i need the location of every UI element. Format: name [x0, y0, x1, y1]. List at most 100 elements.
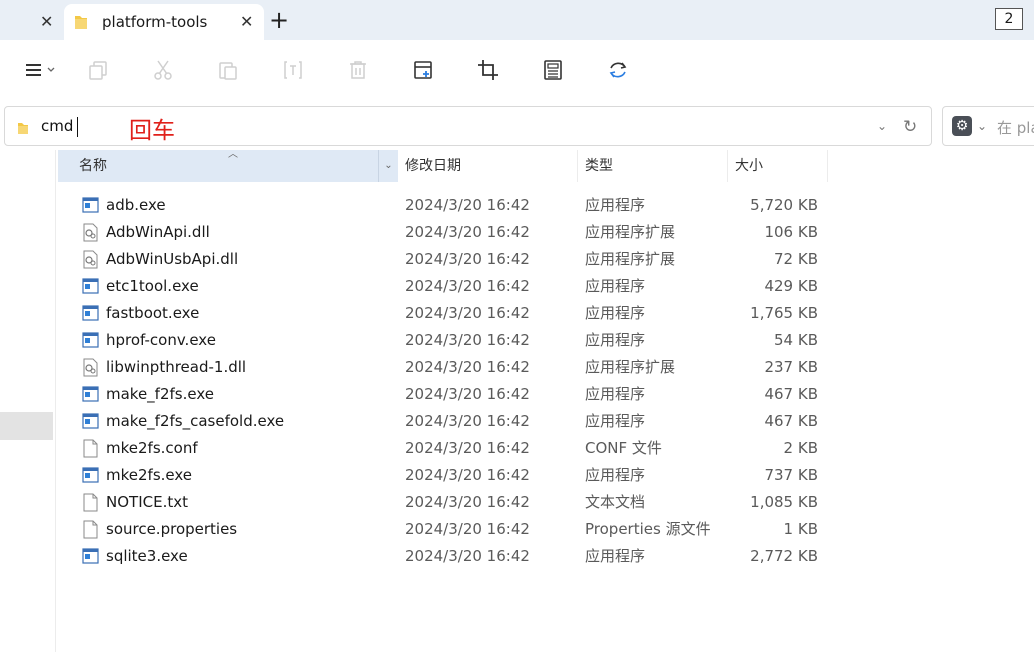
file-size: 1,765 KB: [750, 304, 818, 322]
file-name: NOTICE.txt: [106, 493, 188, 511]
refresh-sync-icon[interactable]: [605, 57, 631, 83]
tab-title: platform-tools: [102, 13, 208, 31]
calculator-icon[interactable]: [540, 57, 566, 83]
file-size: 54 KB: [774, 331, 818, 349]
file-row[interactable]: AdbWinApi.dll 2024/3/20 16:42 应用程序扩展 106 KB: [58, 219, 838, 246]
close-icon[interactable]: ✕: [240, 12, 253, 31]
document-file-icon: [82, 439, 99, 458]
file-row[interactable]: adb.exe 2024/3/20 16:42 应用程序 5,720 KB: [58, 192, 838, 219]
file-date: 2024/3/20 16:42: [405, 277, 530, 295]
dll-file-icon: [82, 358, 99, 377]
file-type: 应用程序: [585, 331, 646, 349]
file-row[interactable]: NOTICE.txt 2024/3/20 16:42 文本文档 1,085 KB: [58, 489, 838, 516]
file-date: 2024/3/20 16:42: [405, 412, 530, 430]
file-date: 2024/3/20 16:42: [405, 250, 530, 268]
file-date: 2024/3/20 16:42: [405, 493, 530, 511]
column-header-name[interactable]: 名称 ︿ ⌄: [58, 149, 398, 182]
copy-icon[interactable]: [85, 57, 111, 83]
file-type: 应用程序: [585, 547, 646, 565]
file-size: 467 KB: [764, 412, 818, 430]
column-dropdown-icon[interactable]: ⌄: [378, 150, 398, 182]
file-name: source.properties: [106, 520, 238, 538]
file-date: 2024/3/20 16:42: [405, 466, 530, 484]
document-file-icon: [82, 520, 99, 539]
enter-annotation: 回车: [129, 118, 175, 144]
file-row[interactable]: make_f2fs.exe 2024/3/20 16:42 应用程序 467 KB: [58, 381, 838, 408]
search-input[interactable]: 在 pla: [997, 117, 1034, 138]
file-name: hprof-conv.exe: [106, 331, 216, 349]
exe-file-icon: [82, 466, 99, 485]
new-window-icon[interactable]: [410, 57, 436, 83]
address-bar[interactable]: cmd 回车 ⌄ ↻: [4, 106, 932, 146]
file-type: Properties 源文件: [585, 520, 711, 538]
tab-platform-tools[interactable]: platform-tools ✕: [64, 4, 264, 40]
gear-icon[interactable]: ⚙: [952, 116, 972, 136]
column-header-type[interactable]: 类型: [578, 150, 728, 182]
file-type: 应用程序: [585, 277, 646, 295]
file-type: 应用程序: [585, 466, 646, 484]
paste-icon[interactable]: [215, 57, 241, 83]
document-file-icon: [82, 493, 99, 512]
dll-file-icon: [82, 223, 99, 242]
file-size: 72 KB: [774, 250, 818, 268]
column-header-size[interactable]: 大小: [728, 150, 828, 182]
hamburger-menu-icon[interactable]: [22, 57, 62, 83]
exe-file-icon: [82, 385, 99, 404]
exe-file-icon: [82, 547, 99, 566]
file-name: mke2fs.exe: [106, 466, 193, 484]
file-name: mke2fs.conf: [106, 439, 198, 457]
tab-previous[interactable]: ✕: [0, 0, 62, 40]
file-row[interactable]: source.properties 2024/3/20 16:42 Properti…: [58, 516, 838, 543]
exe-file-icon: [82, 331, 99, 350]
file-row[interactable]: hprof-conv.exe 2024/3/20 16:42 应用程序 54 KB: [58, 327, 838, 354]
column-header-date[interactable]: 修改日期: [398, 150, 578, 182]
navigation-selected-item[interactable]: [0, 412, 53, 440]
file-date: 2024/3/20 16:42: [405, 331, 530, 349]
chevron-down-icon[interactable]: ⌄: [877, 119, 887, 133]
file-name: make_f2fs_casefold.exe: [106, 412, 285, 430]
file-size: 467 KB: [764, 385, 818, 403]
file-name: AdbWinUsbApi.dll: [106, 250, 239, 268]
exe-file-icon: [82, 277, 99, 296]
file-type: 应用程序: [585, 304, 646, 322]
file-name: sqlite3.exe: [106, 547, 188, 565]
file-type: 应用程序: [585, 196, 646, 214]
file-row[interactable]: sqlite3.exe 2024/3/20 16:42 应用程序 2,772 KB: [58, 543, 838, 570]
chevron-down-icon[interactable]: ⌄: [977, 119, 987, 133]
file-size: 1,085 KB: [750, 493, 818, 511]
file-row[interactable]: libwinpthread-1.dll 2024/3/20 16:42 应用程序扩展…: [58, 354, 838, 381]
file-type: CONF 文件: [585, 439, 662, 457]
file-date: 2024/3/20 16:42: [405, 439, 530, 457]
file-size: 2 KB: [783, 439, 818, 457]
file-date: 2024/3/20 16:42: [405, 358, 530, 376]
folder-icon: [74, 14, 88, 34]
window-count-badge[interactable]: 2: [995, 8, 1023, 30]
file-type: 文本文档: [585, 493, 646, 511]
file-row[interactable]: AdbWinUsbApi.dll 2024/3/20 16:42 应用程序扩展 72 …: [58, 246, 838, 273]
file-type: 应用程序扩展: [585, 358, 676, 376]
file-name: AdbWinApi.dll: [106, 223, 210, 241]
rename-icon[interactable]: [280, 57, 306, 83]
sort-ascending-icon: ︿: [228, 149, 238, 160]
column-header-label: 名称: [79, 158, 107, 174]
file-row[interactable]: etc1tool.exe 2024/3/20 16:42 应用程序 429 KB: [58, 273, 838, 300]
navigation-pane[interactable]: [0, 150, 56, 652]
file-row[interactable]: mke2fs.conf 2024/3/20 16:42 CONF 文件 2 KB: [58, 435, 838, 462]
crop-icon[interactable]: [475, 57, 501, 83]
address-input[interactable]: cmd: [41, 117, 73, 135]
text-cursor: [77, 117, 78, 137]
delete-icon[interactable]: [345, 57, 371, 83]
file-row[interactable]: mke2fs.exe 2024/3/20 16:42 应用程序 737 KB: [58, 462, 838, 489]
file-name: fastboot.exe: [106, 304, 200, 322]
file-name: adb.exe: [106, 196, 166, 214]
file-row[interactable]: make_f2fs_casefold.exe 2024/3/20 16:42 应用程…: [58, 408, 838, 435]
file-type: 应用程序: [585, 412, 646, 430]
close-icon[interactable]: ✕: [40, 12, 53, 31]
new-tab-button[interactable]: +: [269, 6, 289, 34]
file-row[interactable]: fastboot.exe 2024/3/20 16:42 应用程序 1,765 KB: [58, 300, 838, 327]
cut-icon[interactable]: [150, 57, 176, 83]
file-type: 应用程序扩展: [585, 250, 676, 268]
refresh-icon[interactable]: ↻: [903, 117, 917, 137]
search-box[interactable]: ⚙ ⌄ 在 pla: [942, 106, 1034, 146]
file-date: 2024/3/20 16:42: [405, 223, 530, 241]
